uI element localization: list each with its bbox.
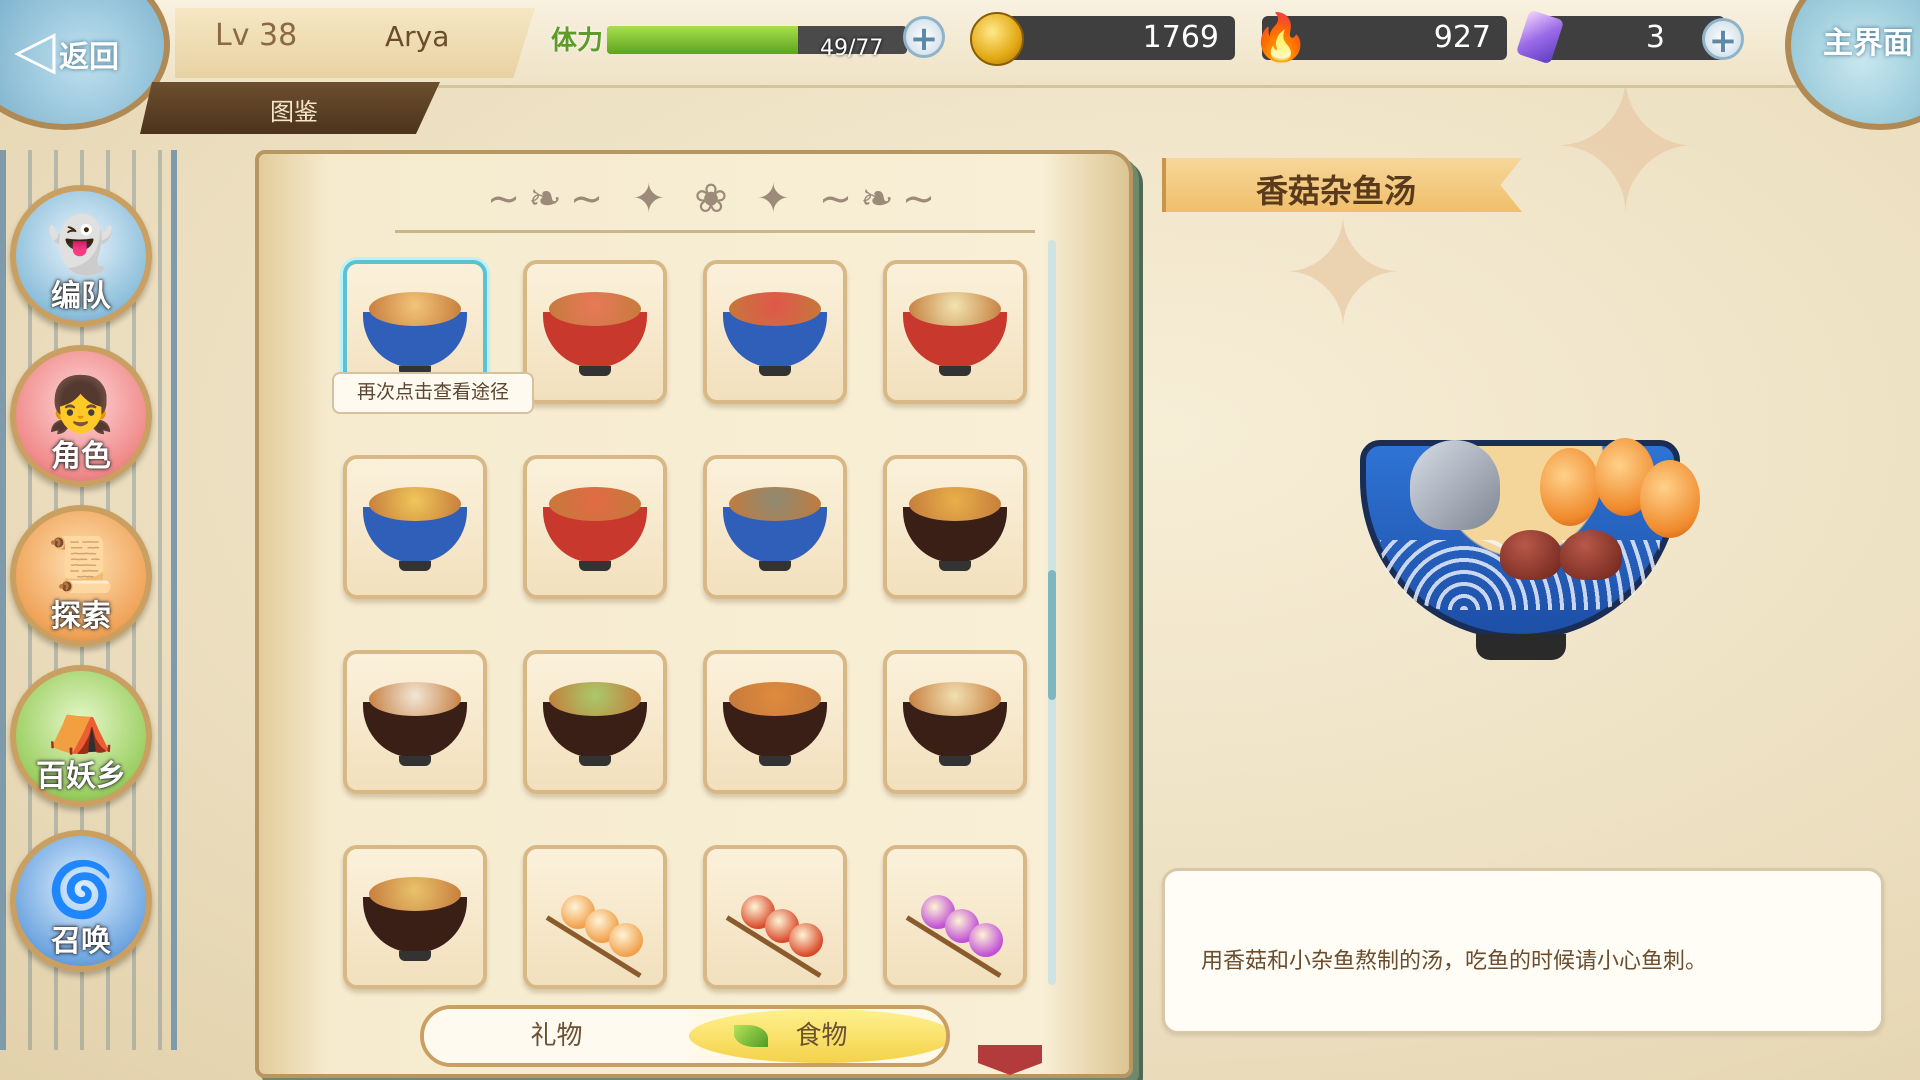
soup-contents xyxy=(909,292,1001,326)
soup-contents xyxy=(729,487,821,521)
mushroom-icon xyxy=(1560,530,1622,580)
food-item-slot[interactable] xyxy=(883,650,1027,794)
food-item-slot[interactable] xyxy=(883,455,1027,599)
tooltip: 再次点击查看途径 xyxy=(332,372,534,414)
skewer-piece xyxy=(609,923,643,957)
sidebar-item-label: 召唤 xyxy=(51,924,111,959)
soup-contents xyxy=(549,487,641,521)
soup-contents xyxy=(729,682,821,716)
sidebar-item-character[interactable]: 👧 角色 xyxy=(10,345,152,487)
tab-food[interactable]: 食物 xyxy=(689,1009,946,1063)
blue-flame-icon: 🔥 xyxy=(1252,10,1310,64)
food-item-slot[interactable] xyxy=(703,845,847,989)
food-item-slot[interactable] xyxy=(343,650,487,794)
item-title: 香菇杂鱼汤 xyxy=(1256,172,1417,210)
food-item-slot[interactable] xyxy=(703,455,847,599)
sidebar-item-label: 编队 xyxy=(51,279,111,314)
food-item-slot[interactable] xyxy=(703,650,847,794)
tab-food-label: 食物 xyxy=(795,1021,848,1051)
fried-food-icon xyxy=(1540,448,1600,526)
skewer-piece xyxy=(969,923,1003,957)
codex-tab-label: 图鉴 xyxy=(270,98,318,126)
book-header-ornament: ~❧~ ✦ ❀ ✦ ~❧~ xyxy=(395,170,1035,233)
food-item-slot[interactable] xyxy=(343,455,487,599)
sidebar-item-label: 百妖乡 xyxy=(36,759,126,794)
gold-coin-icon xyxy=(970,12,1024,66)
soup-contents xyxy=(369,292,461,326)
summon-icon: 🌀 xyxy=(47,858,115,921)
skewer-icon xyxy=(725,889,827,978)
skewer-icon xyxy=(545,889,647,978)
player-name: Arya xyxy=(385,20,450,53)
stamina-value: 49/77 xyxy=(820,36,884,61)
skewer-icon xyxy=(905,889,1007,978)
item-title-banner: 香菇杂鱼汤 xyxy=(1162,158,1522,212)
food-item-slot[interactable] xyxy=(883,260,1027,404)
explore-icon: 📜 xyxy=(47,533,115,596)
player-level: Lv 38 xyxy=(215,18,298,53)
add-stamina-button[interactable]: + xyxy=(903,16,945,59)
sidebar-item-label: 探索 xyxy=(51,599,111,634)
stamina-label: 体力 xyxy=(551,26,604,56)
fish-icon xyxy=(1410,440,1500,530)
fried-food-icon xyxy=(1640,460,1700,538)
star-decoration-icon: ✦ xyxy=(1280,188,1406,362)
back-label: 返回 xyxy=(59,40,119,75)
crystal-value: 3 xyxy=(1645,20,1665,55)
soup-contents xyxy=(369,682,461,716)
food-item-slot[interactable] xyxy=(523,260,667,404)
food-item-slot[interactable] xyxy=(523,650,667,794)
mushroom-icon xyxy=(1500,530,1562,580)
skewer-piece xyxy=(789,923,823,957)
team-icon: 👻 xyxy=(47,213,115,276)
item-description-box: 用香菇和小杂鱼熬制的汤，吃鱼的时候请小心鱼刺。 xyxy=(1162,868,1884,1034)
sidebar-item-explore[interactable]: 📜 探索 xyxy=(10,505,152,647)
scrollbar-thumb[interactable] xyxy=(1048,570,1056,700)
sidebar: 👻 编队 👧 角色 📜 探索 ⛺ 百妖乡 🌀 召唤 xyxy=(0,150,177,1050)
soup-contents xyxy=(909,487,1001,521)
gold-counter: 1769 xyxy=(995,16,1235,60)
stamina-fill xyxy=(607,26,798,54)
spirit-value: 927 xyxy=(1433,20,1491,55)
arrow-left-icon: ◁ xyxy=(14,18,56,81)
soup-contents xyxy=(369,877,461,911)
codex-tab: 图鉴 xyxy=(140,82,440,134)
food-item-slot[interactable] xyxy=(343,845,487,989)
add-crystal-button[interactable]: + xyxy=(1702,18,1744,61)
gold-value: 1769 xyxy=(1142,20,1219,55)
home-label: 主界面 xyxy=(1823,26,1913,61)
sidebar-item-summon[interactable]: 🌀 召唤 xyxy=(10,830,152,972)
item-description: 用香菇和小杂鱼熬制的汤，吃鱼的时候请小心鱼刺。 xyxy=(1201,949,1708,974)
soup-contents xyxy=(909,682,1001,716)
stamina-meter: 体力 49/77 xyxy=(545,12,945,62)
soup-contents xyxy=(549,292,641,326)
tab-gift[interactable]: 礼物 xyxy=(424,1009,689,1063)
crystal-counter: 3 xyxy=(1537,16,1725,60)
food-item-slot[interactable] xyxy=(703,260,847,404)
food-item-slot[interactable] xyxy=(523,455,667,599)
tab-gift-label: 礼物 xyxy=(530,1021,583,1051)
ornament-icon: ~❧~ ✦ ❀ ✦ ~❧~ xyxy=(486,176,944,222)
food-item-slot[interactable] xyxy=(523,845,667,989)
sidebar-item-village[interactable]: ⛺ 百妖乡 xyxy=(10,665,152,807)
food-item-slot[interactable] xyxy=(883,845,1027,989)
soup-contents xyxy=(729,292,821,326)
category-tabs: 礼物 食物 xyxy=(420,1005,950,1067)
soup-contents xyxy=(549,682,641,716)
village-icon: ⛺ xyxy=(47,693,115,756)
sidebar-item-team[interactable]: 👻 编队 xyxy=(10,185,152,327)
character-icon: 👧 xyxy=(47,373,115,436)
soup-contents xyxy=(369,487,461,521)
sidebar-item-label: 角色 xyxy=(51,439,111,474)
